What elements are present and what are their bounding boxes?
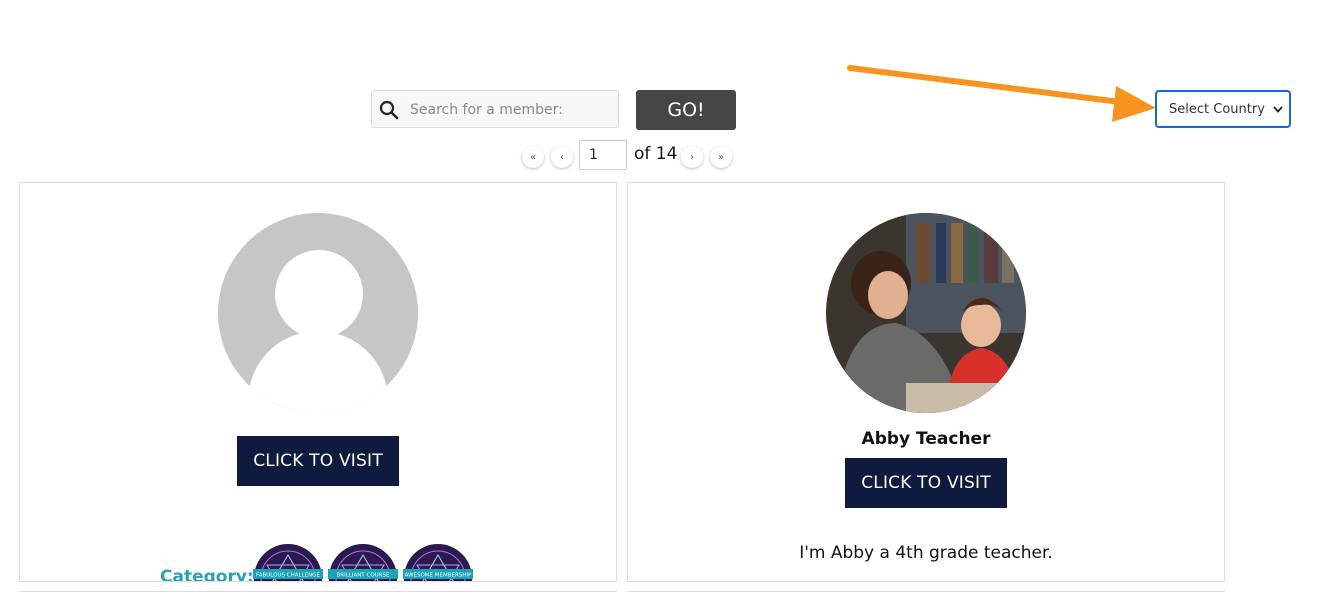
- member-search-box[interactable]: [371, 90, 619, 129]
- first-page-button[interactable]: «: [522, 146, 544, 168]
- search-icon: [379, 100, 399, 120]
- country-select-value: Select Country: [1169, 101, 1265, 117]
- page-number-input[interactable]: [579, 140, 627, 170]
- chevron-down-icon: [1273, 103, 1283, 115]
- annotation-arrow: [847, 65, 1156, 122]
- badge-label: FABULOUS CHALLENGE: [256, 573, 320, 579]
- member-name: Abby Teacher: [861, 429, 991, 449]
- default-avatar-icon: [218, 213, 418, 413]
- member-card: CLICK TO VISIT Category: FABULOUS CHALLE…: [19, 182, 617, 582]
- member-card: Abby Teacher CLICK TO VISIT I'm Abby a 4…: [627, 182, 1225, 582]
- member-description: I'm Abby a 4th grade teacher.: [799, 543, 1053, 563]
- prev-page-button[interactable]: ‹: [551, 146, 573, 168]
- click-to-visit-button[interactable]: CLICK TO VISIT: [845, 458, 1007, 508]
- member-avatar-photo: [826, 213, 1026, 413]
- page-count-text: of 14: [634, 144, 678, 164]
- brilliant-course-badge-icon: BRILLIANT COURSE: [328, 544, 398, 581]
- last-page-button[interactable]: »: [710, 146, 732, 168]
- country-select[interactable]: Select Country: [1155, 90, 1291, 128]
- category-label: Category:: [160, 567, 254, 582]
- go-button[interactable]: GO!: [636, 90, 736, 130]
- badge-label: BRILLIANT COURSE: [337, 573, 390, 579]
- member-search-input[interactable]: [408, 91, 617, 129]
- next-page-button[interactable]: ›: [681, 146, 703, 168]
- fabulous-challenge-badge-icon: FABULOUS CHALLENGE: [253, 544, 323, 581]
- awesome-membership-badge-icon: AWESOME MEMBERSHIP: [403, 544, 473, 581]
- click-to-visit-button[interactable]: CLICK TO VISIT: [237, 436, 399, 486]
- badge-label: AWESOME MEMBERSHIP: [405, 573, 472, 579]
